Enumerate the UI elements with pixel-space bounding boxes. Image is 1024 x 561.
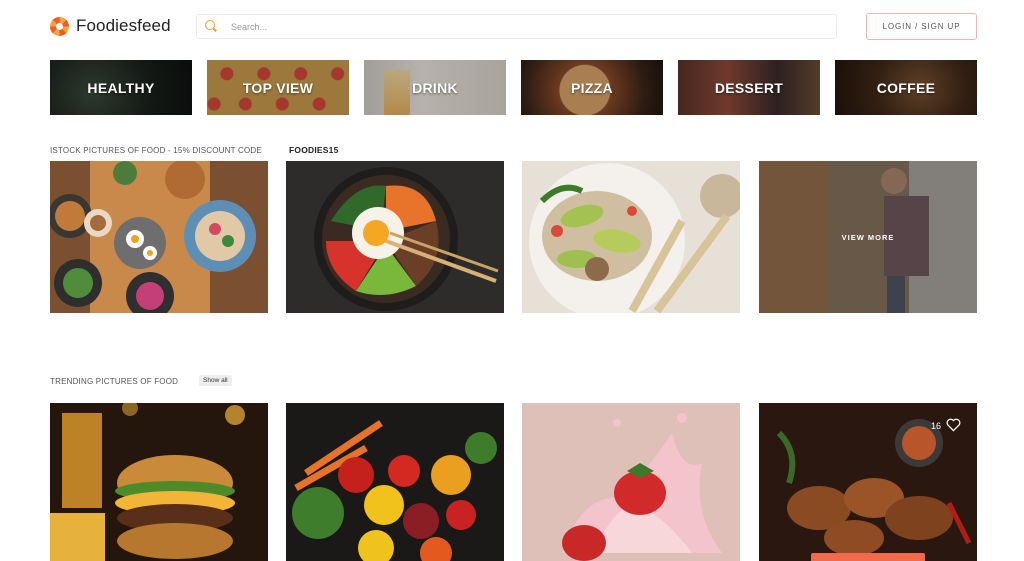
category-label: DRINK bbox=[412, 79, 458, 96]
istock-section-title: ISTOCK PICTURES OF FOOD - 15% DISCOUNT C… bbox=[50, 146, 262, 155]
category-label: HEALTHY bbox=[87, 79, 155, 96]
category-dessert[interactable]: DESSERT bbox=[678, 60, 820, 115]
like-count: 16 bbox=[930, 421, 941, 431]
category-drink[interactable]: DRINK bbox=[364, 60, 506, 115]
search-input[interactable] bbox=[231, 21, 811, 32]
burger-image bbox=[50, 403, 268, 561]
category-top-view[interactable]: TOP VIEW bbox=[207, 60, 349, 115]
strawberry-image bbox=[522, 403, 740, 561]
category-coffee[interactable]: COFFEE bbox=[835, 60, 977, 115]
bibimbap-image bbox=[286, 161, 504, 313]
istock-photo-salad[interactable] bbox=[522, 161, 740, 313]
view-more-link[interactable]: VIEW MORE bbox=[759, 233, 977, 242]
category-label: COFFEE bbox=[876, 79, 936, 96]
salad-image bbox=[522, 161, 740, 313]
search-icon bbox=[205, 20, 218, 33]
discount-code: FOODIES15 bbox=[289, 145, 339, 155]
site-header: Foodiesfeed LOGIN / SIGN UP bbox=[0, 0, 1024, 52]
category-label: TOP VIEW bbox=[242, 79, 314, 96]
foodiesfeed-logo-icon bbox=[50, 16, 69, 36]
category-label: PIZZA bbox=[571, 79, 613, 96]
vegetables-image bbox=[286, 403, 504, 561]
category-pizza[interactable]: PIZZA bbox=[521, 60, 663, 115]
trending-photo-chicken-wings[interactable]: 16 bbox=[759, 403, 977, 561]
logo-text: Foodiesfeed bbox=[76, 16, 171, 35]
photo-action-bar[interactable] bbox=[811, 553, 925, 561]
brunch-image bbox=[50, 161, 268, 313]
istock-photo-view-more[interactable]: VIEW MORE bbox=[759, 161, 977, 313]
trending-section-title: TRENDING PICTURES OF FOOD bbox=[50, 377, 179, 386]
search-bar[interactable] bbox=[196, 14, 837, 39]
istock-photo-bibimbap[interactable] bbox=[286, 161, 504, 313]
trending-photo-strawberry-splash[interactable] bbox=[522, 403, 740, 561]
site-logo[interactable]: Foodiesfeed bbox=[50, 15, 171, 37]
login-signup-button[interactable]: LOGIN / SIGN UP bbox=[866, 13, 977, 40]
istock-photo-brunch[interactable] bbox=[50, 161, 268, 313]
category-healthy[interactable]: HEALTHY bbox=[50, 60, 192, 115]
category-label: DESSERT bbox=[714, 79, 784, 96]
heart-icon[interactable] bbox=[946, 418, 961, 432]
show-all-button[interactable]: Show all bbox=[199, 375, 232, 386]
trending-photo-vegetables[interactable] bbox=[286, 403, 504, 561]
trending-photo-burger[interactable] bbox=[50, 403, 268, 561]
chicken-wings-image bbox=[759, 403, 977, 561]
